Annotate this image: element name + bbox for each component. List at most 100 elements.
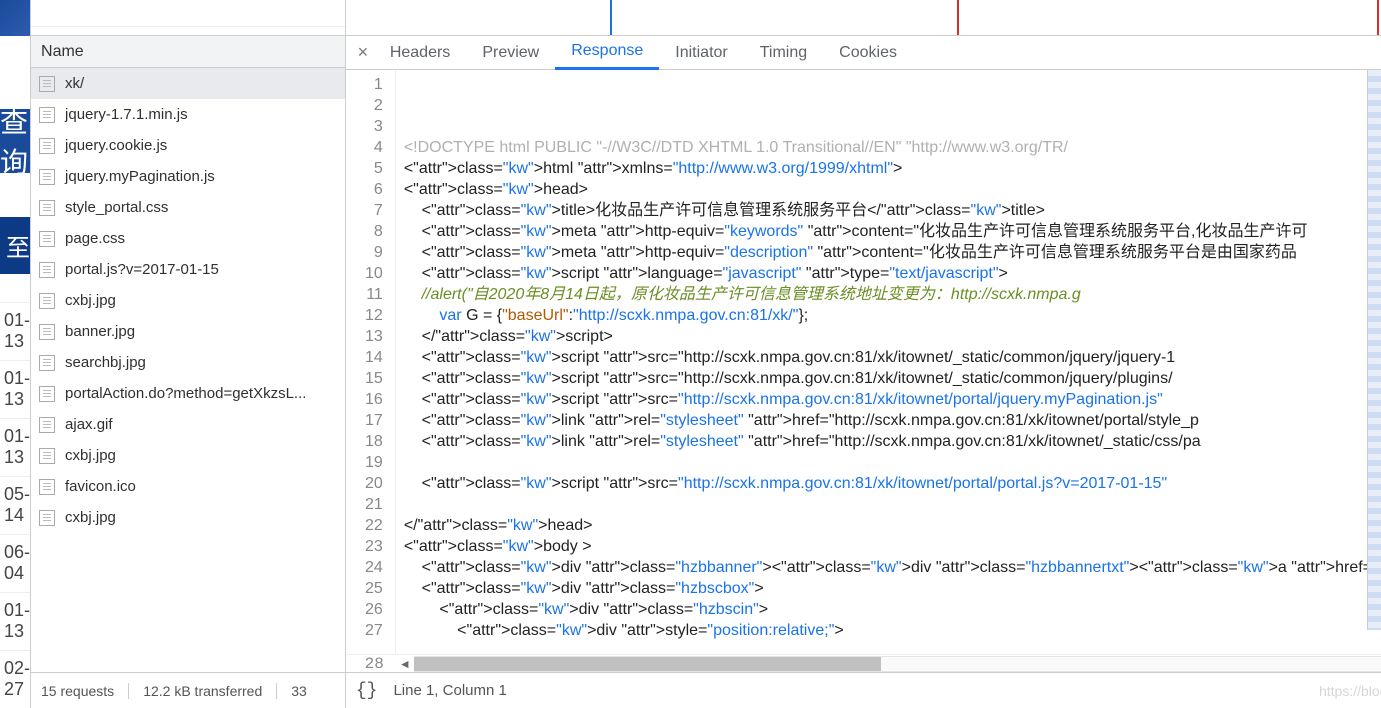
scrollbar-track[interactable] (414, 656, 1381, 672)
code-content[interactable]: <!DOCTYPE html PUBLIC "-//W3C//DTD XHTML… (396, 70, 1381, 654)
code-line[interactable]: <"attr">class="kw">div "attr">class="hzb… (404, 599, 1381, 620)
requests-count: 15 requests (41, 683, 129, 699)
network-request-item[interactable]: jquery-1.7.1.min.js (31, 99, 345, 130)
tab-cookies[interactable]: Cookies (823, 36, 913, 70)
request-name: favicon.ico (65, 478, 136, 495)
code-line[interactable]: <"attr">class="kw">link "attr">rel="styl… (404, 410, 1381, 431)
request-name: jquery.cookie.js (65, 137, 167, 154)
cursor-position: Line 1, Column 1 (393, 682, 506, 699)
banner-image (0, 0, 30, 36)
code-line[interactable]: <"attr">class="kw">title>化妆品生产许可信息管理系统服务… (404, 200, 1381, 221)
code-line[interactable]: <"attr">class="kw">div "attr">class="hzb… (404, 557, 1381, 578)
code-line[interactable]: <"attr">class="kw">div "attr">style="pos… (404, 620, 1381, 641)
code-line[interactable]: <"attr">class="kw">script "attr">src="ht… (404, 389, 1381, 410)
date-entry: 05-14 (0, 476, 30, 534)
horizontal-scrollbar-row: 28 ◄ ► (346, 654, 1381, 672)
request-name: ajax.gif (65, 416, 113, 433)
request-name: style_portal.css (65, 199, 168, 216)
code-line[interactable]: <"attr">class="kw">script "attr">src="ht… (404, 473, 1381, 494)
code-line[interactable]: //alert("自2020年8月14日起，原化妆品生产许可信息管理系统地址变更… (404, 284, 1381, 305)
tab-preview[interactable]: Preview (466, 36, 555, 70)
code-line[interactable]: <"attr">class="kw">meta "attr">http-equi… (404, 242, 1381, 263)
request-name: xk/ (65, 75, 84, 92)
network-status-bar: 15 requests 12.2 kB transferred 33 (31, 672, 345, 708)
timeline-ruler[interactable] (346, 0, 1381, 36)
file-icon (39, 138, 55, 154)
scroll-left-arrow[interactable]: ◄ (396, 657, 414, 671)
network-request-item[interactable]: portalAction.do?method=getXkzsL... (31, 378, 345, 409)
network-request-item[interactable]: jquery.cookie.js (31, 130, 345, 161)
network-request-item[interactable]: searchbj.jpg (31, 347, 345, 378)
request-name: searchbj.jpg (65, 354, 146, 371)
date-entry: 01-13 (0, 592, 30, 650)
to-button[interactable]: 至 (0, 217, 30, 274)
response-code-area[interactable]: 1234567891011121314151617181920212223242… (346, 70, 1381, 654)
network-request-item[interactable]: cxbj.jpg (31, 440, 345, 471)
code-line[interactable]: var G = {"baseUrl":"http://scxk.nmpa.gov… (404, 305, 1381, 326)
code-line[interactable]: <!DOCTYPE html PUBLIC "-//W3C//DTD XHTML… (404, 137, 1381, 158)
request-name: cxbj.jpg (65, 509, 116, 526)
file-icon (39, 386, 55, 402)
code-line[interactable]: <"attr">class="kw">html "attr">xmlns="ht… (404, 158, 1381, 179)
code-line[interactable]: <"attr">class="kw">head> (404, 179, 1381, 200)
code-line[interactable]: <"attr">class="kw">script "attr">languag… (404, 263, 1381, 284)
file-icon (39, 262, 55, 278)
close-detail-button[interactable]: × (352, 42, 374, 63)
code-line[interactable]: <"attr">class="kw">div "attr">class="hzb… (404, 578, 1381, 599)
code-line[interactable]: <"attr">class="kw">script "attr">src="ht… (404, 347, 1381, 368)
tab-response[interactable]: Response (555, 36, 659, 70)
code-line[interactable]: <"attr">class="kw">meta "attr">http-equi… (404, 221, 1381, 242)
request-name: portal.js?v=2017-01-15 (65, 261, 219, 278)
network-request-list[interactable]: xk/jquery-1.7.1.min.js jquery.cookie.js jq… (31, 68, 345, 672)
network-request-item[interactable]: favicon.ico (31, 471, 345, 502)
response-footer: {} Line 1, Column 1 https://blog.csdn.ne… (346, 672, 1381, 708)
request-name: portalAction.do?method=getXkzsL... (65, 385, 306, 402)
network-request-item[interactable]: portal.js?v=2017-01-15 (31, 254, 345, 285)
request-name: jquery-1.7.1.min.js (65, 106, 188, 123)
network-request-item[interactable]: style_portal.css (31, 192, 345, 223)
network-request-item[interactable]: page.css (31, 223, 345, 254)
transferred-size: 12.2 kB transferred (143, 683, 277, 699)
network-panel: Name xk/jquery-1.7.1.min.js jquery.cookie… (30, 0, 346, 708)
code-line[interactable]: <"attr">class="kw">body > (404, 536, 1381, 557)
ruler-tick (610, 0, 612, 35)
code-line[interactable]: </"attr">class="kw">head> (404, 515, 1381, 536)
watermark-text: https://blog.csdn.net/znevegiveup1 (1319, 683, 1381, 699)
network-timeline[interactable] (31, 0, 345, 36)
request-name: banner.jpg (65, 323, 135, 340)
tab-headers[interactable]: Headers (374, 36, 466, 70)
code-line[interactable]: <"attr">class="kw">script "attr">src="ht… (404, 368, 1381, 389)
network-request-item[interactable]: jquery.myPagination.js (31, 161, 345, 192)
code-gutter: 1234567891011121314151617181920212223242… (346, 70, 396, 654)
detail-tabs: × HeadersPreviewResponseInitiatorTimingC… (346, 36, 1381, 70)
pretty-print-icon[interactable]: {} (356, 681, 378, 701)
query-button[interactable]: 查询 (0, 109, 30, 173)
file-icon (39, 324, 55, 340)
code-line[interactable]: </"attr">class="kw">script> (404, 326, 1381, 347)
file-icon (39, 200, 55, 216)
page-left-strip: 查询 至 01-1301-1301-1305-1406-0401-1302-27 (0, 0, 30, 708)
file-icon (39, 355, 55, 371)
date-entry: 01-13 (0, 360, 30, 418)
tab-initiator[interactable]: Initiator (659, 36, 743, 70)
file-icon (39, 76, 55, 92)
request-name: jquery.myPagination.js (65, 168, 215, 185)
code-line[interactable] (404, 95, 1381, 116)
network-request-item[interactable]: ajax.gif (31, 409, 345, 440)
code-line[interactable] (404, 452, 1381, 473)
network-request-item[interactable]: cxbj.jpg (31, 285, 345, 316)
date-entry: 06-04 (0, 534, 30, 592)
scrollbar-thumb[interactable] (414, 657, 881, 671)
request-name: cxbj.jpg (65, 447, 116, 464)
date-entry: 01-13 (0, 302, 30, 360)
code-line[interactable] (404, 494, 1381, 515)
minimap-scrollbar[interactable] (1367, 70, 1381, 630)
code-line[interactable] (404, 116, 1381, 137)
code-line[interactable] (404, 74, 1381, 95)
network-request-item[interactable]: banner.jpg (31, 316, 345, 347)
network-request-item[interactable]: cxbj.jpg (31, 502, 345, 533)
network-request-item[interactable]: xk/ (31, 68, 345, 99)
tab-timing[interactable]: Timing (744, 36, 823, 70)
code-line[interactable]: <"attr">class="kw">link "attr">rel="styl… (404, 431, 1381, 452)
network-column-header[interactable]: Name (31, 36, 345, 68)
